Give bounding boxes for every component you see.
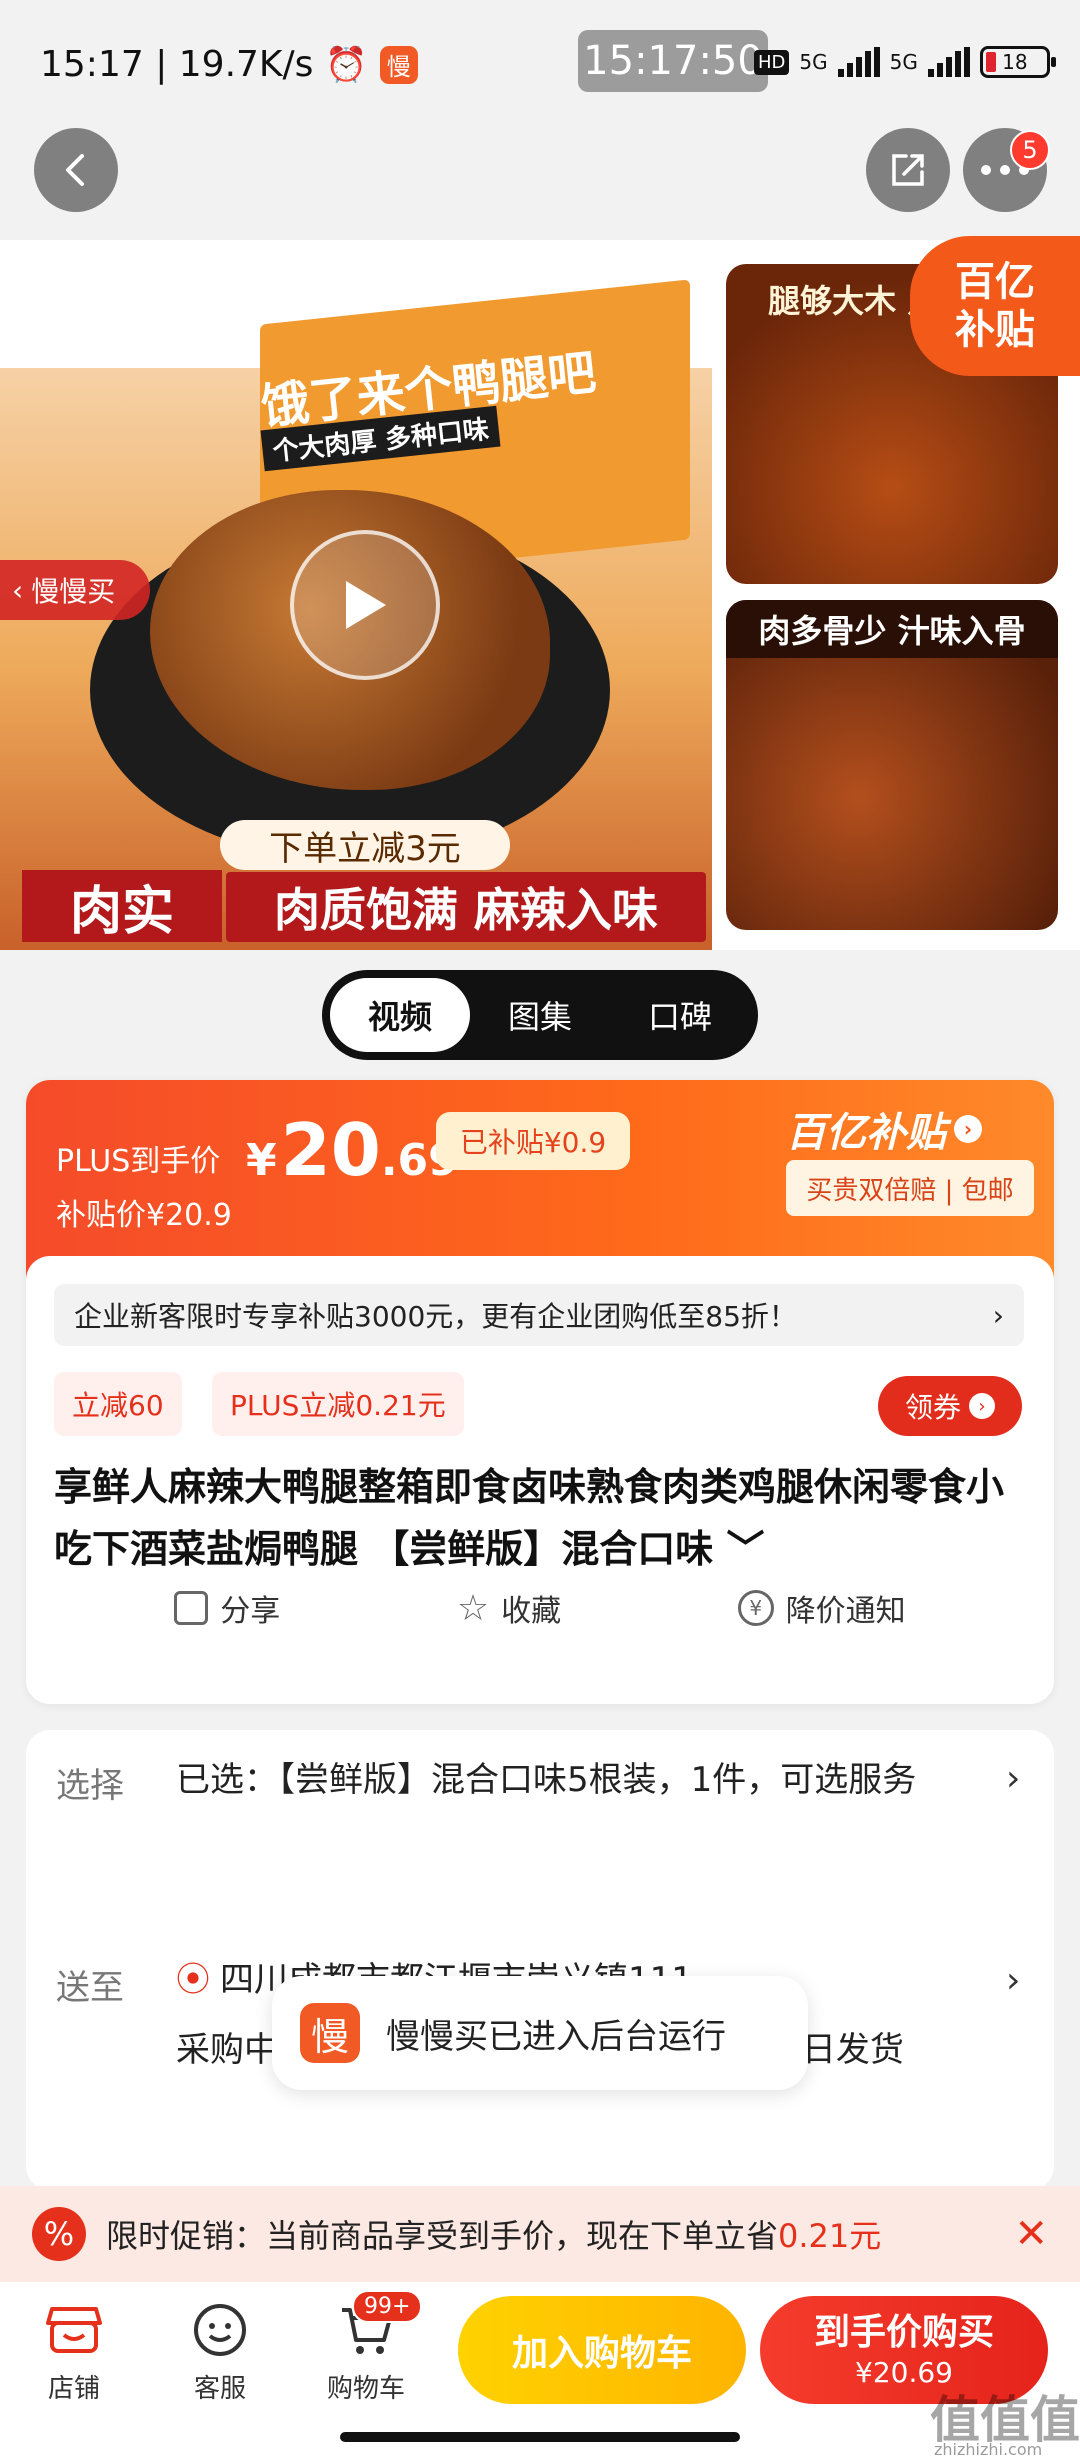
location-pin-icon: ⦿ [176,1960,210,2000]
media-tabs: 视频 图集 口碑 [322,970,758,1060]
tab-gallery[interactable]: 图集 [470,978,610,1052]
home-indicator[interactable] [340,2432,740,2442]
limited-promo-bar: % 限时促销：当前商品享受到手价，现在下单立省0.21元 ✕ [0,2186,1080,2282]
promo-text-prefix: 限时促销：当前商品享受到手价，现在下单立省 [106,2217,779,2255]
enterprise-notice[interactable]: 企业新客限时专享补贴3000元，更有企业团购低至85折！ › [54,1284,1024,1346]
price-header: PLUS到手价 ¥ 20 .69 已补贴¥0.9 补贴价¥20.9 百亿补贴 ›… [26,1080,1054,1280]
chevron-right-icon[interactable]: › [1006,1960,1020,2001]
options-card: 选择 已选：【尝鲜版】混合口味5根装，1件，可选服务 › 送至 ⦿ 四川成都市都… [26,1730,1054,2190]
guarantee-box: 买贵双倍赔 | 包邮 [786,1160,1034,1216]
subsidy-price: 补贴价¥20.9 [56,1198,232,1233]
favorite-action[interactable]: ☆ 收藏 [457,1586,561,1630]
promo-text: 限时促销：当前商品享受到手价，现在下单立省0.21元 [106,2211,881,2257]
corner-line-1: 百亿 [955,259,1035,305]
net-5g-2: 5G [889,50,918,74]
chevron-right-icon: › [954,1115,982,1143]
selected-variant[interactable]: 已选：【尝鲜版】混合口味5根装，1件，可选服务 [176,1748,976,1812]
price-currency: ¥ [246,1135,277,1186]
slow-buy-app-icon: 慢 [300,2003,360,2063]
tab-video[interactable]: 视频 [330,978,470,1052]
banner-right: 肉质饱满 麻辣入味 [226,872,706,942]
back-button[interactable] [34,128,118,212]
slow-buy-back-tag[interactable]: ‹ 慢慢买 [0,560,150,620]
product-title-text: 享鲜人麻辣大鸭腿整箱即食卤味熟食肉类鸡腿休闲零食小吃下酒菜盐焗鸭腿 【尝鲜版】混… [54,1465,1005,1571]
billion-subsidy-corner-badge: 百亿 补贴 [910,236,1080,376]
percent-icon: % [32,2207,86,2261]
nav-customer-service[interactable]: 客服 [160,2302,280,2405]
star-icon: ☆ [456,1587,490,1629]
share-icon [174,1591,209,1625]
subsidized-pill: 已补贴¥0.9 [436,1112,630,1170]
background-toast: 慢 慢慢买已进入后台运行 [272,1976,808,2090]
alarm-icon: ⏰ [325,44,368,85]
slow-buy-tag-label: 慢慢买 [31,575,116,608]
product-actions: 分享 ☆ 收藏 ¥ 降价通知 [26,1586,1054,1630]
watermark-url: zhizhizhi.com [934,2440,1043,2459]
nav-shop-label: 店铺 [47,2374,100,2404]
chevron-right-icon[interactable]: › [1006,1758,1020,1799]
price-drop-notify-action[interactable]: ¥ 降价通知 [737,1586,906,1630]
time-overlay: 15:17:50 [578,30,768,92]
share-button[interactable] [866,128,950,212]
gallery-thumbnail-2[interactable]: 肉多骨少 汁味入骨 [726,600,1058,930]
signal-icon [837,47,880,77]
discount-strip: 下单立减3元 [220,820,510,870]
battery-level: 18 [1002,50,1028,74]
battery-icon: 18 [979,46,1056,78]
billion-subsidy-link[interactable]: 百亿补贴 › [786,1100,982,1158]
select-label: 选择 [56,1766,124,1806]
nav-service-label: 客服 [193,2374,246,2404]
cart-count-badge: 99+ [352,2290,423,2323]
chevron-left-icon [66,154,84,186]
price-card: PLUS到手价 ¥ 20 .69 已补贴¥0.9 补贴价¥20.9 百亿补贴 ›… [26,1080,1054,1704]
banner-left: 肉实 [22,870,222,942]
hd-icon: HD [754,49,790,75]
signal-icon-2 [927,47,970,77]
play-icon [346,581,386,629]
promo-saving: 0.21元 [778,2217,882,2255]
enterprise-notice-text: 企业新客限时专享补贴3000元，更有企业团购低至85折！ [74,1300,797,1333]
buy-now-label: 到手价购买 [813,2312,994,2353]
chevron-left-icon: ‹ [12,573,24,607]
status-left: 15:17 | 19.7K/s ⏰ 慢 [40,44,418,85]
plus-discount-tag: PLUS立减0.21元 [212,1372,464,1436]
yen-icon: ¥ [737,1590,774,1626]
share-action[interactable]: 分享 [174,1586,280,1630]
get-coupon-button[interactable]: 领券 › [878,1376,1022,1436]
product-title[interactable]: 享鲜人麻辣大鸭腿整箱即食卤味熟食肉类鸡腿休闲零食小吃下酒菜盐焗鸭腿 【尝鲜版】混… [54,1456,1034,1580]
add-to-cart-button[interactable]: 加入购物车 [458,2296,746,2404]
tab-reviews[interactable]: 口碑 [610,978,750,1052]
ship-to-label: 送至 [56,1968,124,2008]
share-icon [892,154,924,186]
thumb2-title: 肉多骨少 汁味入骨 [726,600,1058,658]
slow-buy-app-icon: 慢 [379,45,418,84]
share-label: 分享 [220,1594,281,1629]
billion-subsidy-title: 百亿补贴 [786,1110,946,1156]
chevron-down-icon: ﹀ [726,1527,765,1571]
nav-shop[interactable]: 店铺 [14,2302,134,2405]
more-badge: 5 [1010,130,1050,170]
chevron-right-icon: › [969,1393,995,1419]
price-drop-label: 降价通知 [785,1594,906,1629]
nav-cart-label: 购物车 [326,2374,405,2404]
coupon-label: 领券 [904,1391,961,1424]
favorite-label: 收藏 [501,1594,562,1629]
plus-price-label: PLUS到手价 [56,1144,221,1179]
final-price: ¥ 20 .69 [246,1108,459,1192]
price-integer: 20 [280,1108,381,1192]
toast-message: 慢慢买已进入后台运行 [386,2016,726,2057]
discount-tag: 立减60 [54,1372,182,1436]
shop-icon [46,2302,102,2358]
status-right: HD 5G 5G 18 [754,46,1056,78]
status-time-speed: 15:17 | 19.7K/s [40,44,314,85]
chevron-right-icon: › [992,1298,1004,1332]
close-icon[interactable]: ✕ [1014,2211,1048,2257]
video-play-button[interactable] [290,530,440,680]
chat-icon [192,2302,248,2358]
net-5g-1: 5G [799,50,828,74]
corner-line-2: 补贴 [955,307,1035,353]
price-body: 企业新客限时专享补贴3000元，更有企业团购低至85折！ › 立减60 PLUS… [26,1256,1054,1704]
